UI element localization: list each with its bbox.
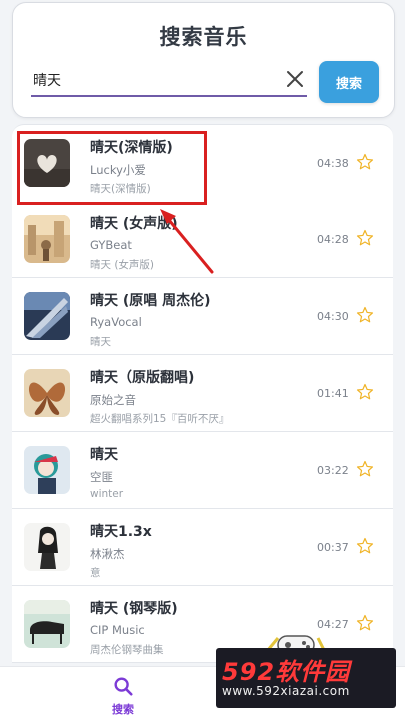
song-title: 晴天 (女声版) xyxy=(90,216,178,232)
watermark-logo: 592软件园 www.592xiazai.com xyxy=(216,648,396,708)
song-album: 超火翻唱系列15『百听不厌』 xyxy=(90,413,230,425)
page-title: 搜索音乐 xyxy=(159,25,248,49)
song-duration: 03:22 xyxy=(317,464,349,477)
butterfly-cover-icon xyxy=(24,369,70,417)
favorite-star-icon[interactable] xyxy=(356,229,374,247)
clear-icon[interactable] xyxy=(283,67,307,91)
song-album: 周杰伦钢琴曲集 xyxy=(90,644,164,656)
song-artist: RyaVocal xyxy=(90,315,142,329)
search-icon xyxy=(114,677,133,696)
song-album: 意 xyxy=(90,567,101,579)
song-title: 晴天1.3x xyxy=(90,524,152,540)
search-button[interactable]: 搜索 xyxy=(319,61,379,103)
watermark-url: www.592xiazai.com xyxy=(222,684,350,698)
song-title: 晴天 xyxy=(90,447,118,463)
song-duration: 00:37 xyxy=(317,541,349,554)
sketch-girl-cover-icon xyxy=(24,523,70,571)
anime-girl-cover-icon xyxy=(24,446,70,494)
song-artist: 原始之音 xyxy=(90,393,136,407)
song-album: 晴天 xyxy=(90,336,111,348)
favorite-star-icon[interactable] xyxy=(356,153,374,171)
piano-cover-icon xyxy=(24,600,70,648)
song-artist: GYBeat xyxy=(90,238,132,252)
song-item[interactable]: 晴天（原版翻唱) 原始之音 超火翻唱系列15『百听不厌』 01:41 xyxy=(12,355,393,432)
tab-search[interactable]: 搜索 xyxy=(96,675,150,719)
favorite-star-icon[interactable] xyxy=(356,383,374,401)
song-artist: 空匪 xyxy=(90,470,113,484)
song-item[interactable]: 晴天 空匪 winter 03:22 xyxy=(12,432,393,509)
song-title: 晴天（原版翻唱) xyxy=(90,370,195,386)
song-duration: 01:41 xyxy=(317,387,349,400)
song-album: 晴天 (女声版) xyxy=(90,259,155,271)
song-artist: 林湫杰 xyxy=(90,547,125,561)
watermark-main: 592软件园 xyxy=(222,658,351,686)
song-item[interactable]: 晴天 (原唱 周杰伦) RyaVocal 晴天 04:30 xyxy=(12,278,393,355)
wing-cover-icon xyxy=(24,292,70,340)
favorite-star-icon[interactable] xyxy=(356,460,374,478)
search-input[interactable] xyxy=(33,69,273,91)
song-item[interactable]: 晴天1.3x 林湫杰 意 00:37 xyxy=(12,509,393,586)
song-duration: 04:28 xyxy=(317,233,349,246)
song-artist: CIP Music xyxy=(90,623,145,637)
search-card: 搜索音乐 搜索 xyxy=(12,2,395,118)
song-duration: 04:30 xyxy=(317,310,349,323)
song-title: 晴天 (原唱 周杰伦) xyxy=(90,293,211,309)
highlight-annotation xyxy=(17,131,207,205)
song-album: winter xyxy=(90,488,124,500)
song-title: 晴天 (钢琴版) xyxy=(90,601,178,617)
favorite-star-icon[interactable] xyxy=(356,306,374,324)
song-duration: 04:38 xyxy=(317,157,349,170)
song-item[interactable]: 晴天 (女声版) GYBeat 晴天 (女声版) 04:28 xyxy=(12,201,393,278)
favorite-star-icon[interactable] xyxy=(356,614,374,632)
tab-search-label: 搜索 xyxy=(112,703,134,716)
street-photo-cover-icon xyxy=(24,215,70,263)
search-field[interactable] xyxy=(31,65,307,97)
favorite-star-icon[interactable] xyxy=(356,537,374,555)
